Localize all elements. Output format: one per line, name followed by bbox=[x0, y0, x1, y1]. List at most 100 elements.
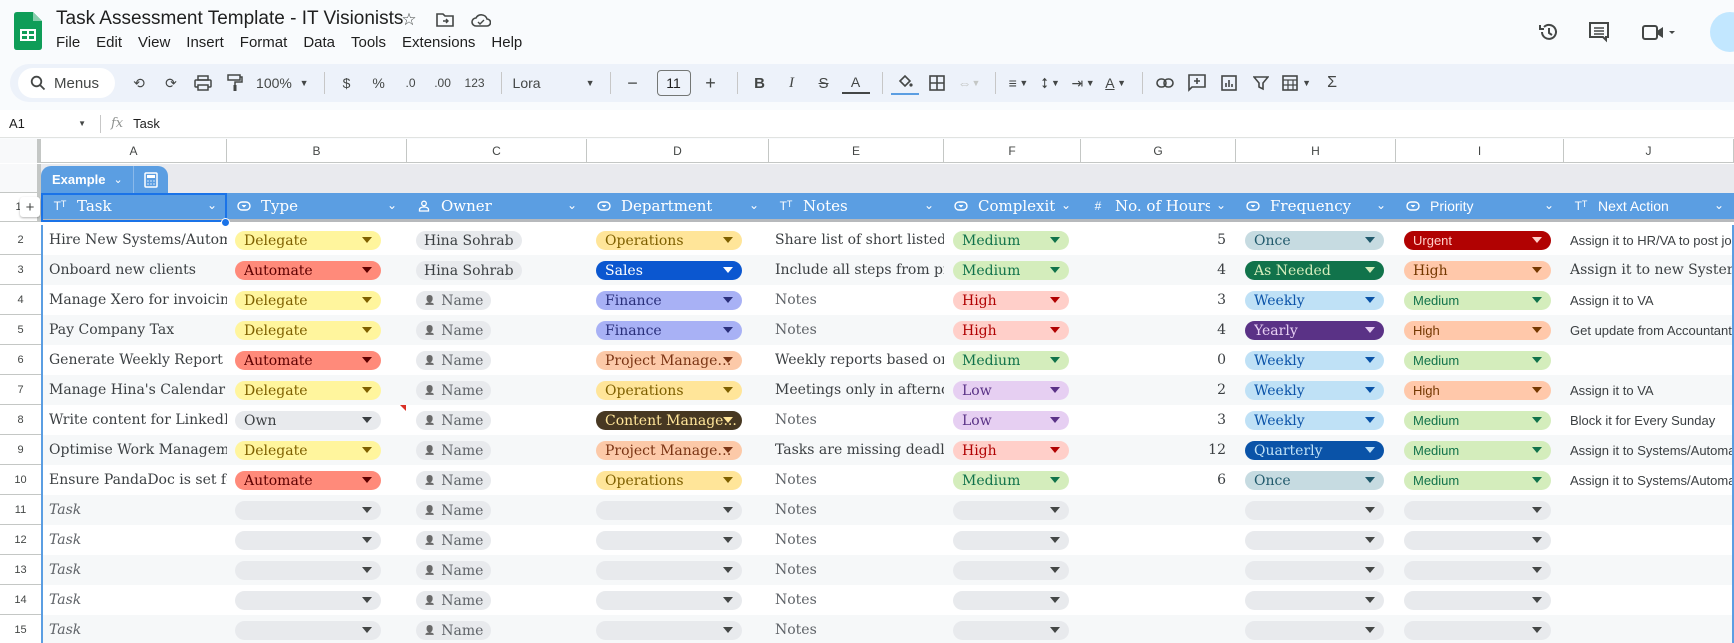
priority-dropdown-chip[interactable]: Medium bbox=[1404, 351, 1551, 370]
priority-dropdown-chip[interactable] bbox=[1404, 591, 1551, 610]
type-dropdown-chip[interactable]: Delegate bbox=[235, 381, 381, 400]
hours-cell[interactable] bbox=[1081, 525, 1236, 555]
next-cell[interactable]: Assign it to new Systems bbox=[1564, 255, 1734, 285]
menus-search[interactable]: Menus bbox=[18, 68, 116, 98]
table-header-next-action[interactable]: T T Next Action ⌄ bbox=[1564, 193, 1734, 219]
owner-person-chip[interactable]: 👤 Name bbox=[416, 381, 492, 400]
complexity-dropdown-chip[interactable]: High bbox=[953, 441, 1069, 460]
column-header-b[interactable]: B bbox=[227, 139, 407, 163]
dept-dropdown-chip[interactable]: Content Manage... bbox=[596, 411, 742, 430]
font-family-select[interactable]: Lora ▼ bbox=[510, 69, 598, 97]
notes-placeholder[interactable]: Notes bbox=[769, 525, 944, 555]
chevron-down-icon[interactable]: ⌄ bbox=[1376, 198, 1386, 212]
hours-cell[interactable] bbox=[1081, 555, 1236, 585]
menu-help[interactable]: Help bbox=[491, 34, 530, 51]
dept-dropdown-chip[interactable]: Finance bbox=[596, 291, 742, 310]
horizontal-align-icon[interactable]: ≡ ▼ bbox=[1004, 69, 1032, 97]
row-header[interactable]: 15 bbox=[0, 615, 41, 643]
chevron-down-icon[interactable]: ⌄ bbox=[567, 198, 577, 212]
notes-cell[interactable]: Meetings only in afternoon bbox=[769, 375, 944, 405]
hours-cell[interactable]: 3 bbox=[1081, 405, 1236, 435]
complexity-dropdown-chip[interactable]: Medium bbox=[953, 231, 1069, 250]
notes-placeholder[interactable]: Notes bbox=[769, 285, 944, 315]
priority-dropdown-chip[interactable]: Medium bbox=[1404, 441, 1551, 460]
task-cell[interactable]: Manage Hina's Calendar bbox=[43, 375, 227, 405]
complexity-dropdown-chip[interactable]: High bbox=[953, 291, 1069, 310]
table-header-no-of-hours[interactable]: # No. of Hours ⌄ bbox=[1081, 193, 1236, 219]
font-size-input[interactable]: 11 bbox=[656, 70, 691, 96]
task-cell[interactable]: Write content for LinkedIn bbox=[43, 405, 227, 435]
task-placeholder[interactable]: Task bbox=[43, 525, 227, 555]
table-header-department[interactable]: Department ⌄ bbox=[587, 193, 769, 219]
hours-cell[interactable]: 3 bbox=[1081, 285, 1236, 315]
dept-dropdown-chip[interactable]: Operations bbox=[596, 471, 742, 490]
menu-edit[interactable]: Edit bbox=[96, 34, 130, 51]
priority-dropdown-chip[interactable]: Medium bbox=[1404, 291, 1551, 310]
menu-view[interactable]: View bbox=[138, 34, 178, 51]
hours-cell[interactable]: 4 bbox=[1081, 255, 1236, 285]
chevron-down-icon[interactable]: ⌄ bbox=[387, 198, 397, 212]
task-placeholder[interactable]: Task bbox=[43, 555, 227, 585]
increase-decimal-button[interactable]: .00 bbox=[429, 69, 457, 97]
priority-dropdown-chip[interactable] bbox=[1404, 531, 1551, 550]
task-cell[interactable]: Ensure PandaDoc is set for bbox=[43, 465, 227, 495]
notes-placeholder[interactable]: Notes bbox=[769, 405, 944, 435]
notes-placeholder[interactable]: Notes bbox=[769, 555, 944, 585]
complexity-dropdown-chip[interactable]: High bbox=[953, 321, 1069, 340]
insert-comment-icon[interactable] bbox=[1183, 69, 1211, 97]
task-placeholder[interactable]: Task bbox=[43, 585, 227, 615]
column-header-g[interactable]: G bbox=[1081, 139, 1236, 163]
frequency-dropdown-chip[interactable] bbox=[1245, 531, 1384, 550]
increase-font-size-button[interactable]: + bbox=[697, 69, 725, 97]
notes-placeholder[interactable]: Notes bbox=[769, 615, 944, 643]
table-header-frequency[interactable]: Frequency ⌄ bbox=[1236, 193, 1396, 219]
column-header-i[interactable]: I bbox=[1396, 139, 1564, 163]
owner-person-chip[interactable]: 👤 Name bbox=[416, 561, 492, 580]
chevron-down-icon[interactable]: ⌄ bbox=[924, 198, 934, 212]
notes-placeholder[interactable]: Notes bbox=[769, 315, 944, 345]
table-header-type[interactable]: Type ⌄ bbox=[227, 193, 407, 219]
dept-dropdown-chip[interactable]: Operations bbox=[596, 231, 742, 250]
row-header[interactable]: 5 bbox=[0, 315, 41, 345]
task-cell[interactable]: Hire New Systems/Automation bbox=[43, 225, 227, 255]
row-header[interactable]: 7 bbox=[0, 375, 41, 405]
priority-dropdown-chip[interactable] bbox=[1404, 501, 1551, 520]
next-cell[interactable]: Assign it to HR/VA to post job bbox=[1564, 225, 1734, 255]
owner-person-chip[interactable]: 👤 Name bbox=[416, 471, 492, 490]
column-header-f[interactable]: F bbox=[944, 139, 1081, 163]
dept-dropdown-chip[interactable]: Sales bbox=[596, 261, 742, 280]
dept-dropdown-chip[interactable] bbox=[596, 621, 742, 640]
column-header-c[interactable]: C bbox=[407, 139, 587, 163]
menu-data[interactable]: Data bbox=[303, 34, 343, 51]
next-cell[interactable] bbox=[1564, 345, 1734, 375]
comments-icon[interactable] bbox=[1574, 17, 1624, 47]
chevron-down-icon[interactable]: ⌄ bbox=[1061, 198, 1071, 212]
borders-icon[interactable] bbox=[923, 69, 951, 97]
next-cell[interactable]: Get update from Accountant bbox=[1564, 315, 1734, 345]
row-header[interactable]: 4 bbox=[0, 285, 41, 315]
owner-person-chip[interactable]: 👤 Name bbox=[416, 591, 492, 610]
dept-dropdown-chip[interactable]: Operations bbox=[596, 381, 742, 400]
frequency-dropdown-chip[interactable]: Weekly bbox=[1245, 411, 1384, 430]
frequency-dropdown-chip[interactable]: Once bbox=[1245, 471, 1384, 490]
priority-dropdown-chip[interactable] bbox=[1404, 621, 1551, 640]
vertical-align-icon[interactable]: ⭥ ▼ bbox=[1036, 69, 1064, 97]
text-rotation-icon[interactable]: A ▼ bbox=[1102, 69, 1130, 97]
text-color-button[interactable]: A bbox=[841, 72, 870, 94]
column-header-j[interactable]: J bbox=[1564, 139, 1734, 163]
column-header-a[interactable]: A bbox=[41, 139, 227, 163]
name-box[interactable]: A1 ▼ bbox=[0, 116, 100, 131]
sheets-logo-icon[interactable] bbox=[14, 12, 42, 50]
functions-button[interactable]: Σ bbox=[1318, 69, 1346, 97]
owner-person-chip[interactable]: Hina Sohrab bbox=[416, 231, 522, 250]
menu-tools[interactable]: Tools bbox=[351, 34, 394, 51]
hours-cell[interactable]: 4 bbox=[1081, 315, 1236, 345]
priority-dropdown-chip[interactable]: High bbox=[1404, 381, 1551, 400]
complexity-dropdown-chip[interactable] bbox=[953, 501, 1069, 520]
owner-person-chip[interactable]: 👤 Name bbox=[416, 411, 492, 430]
hours-cell[interactable] bbox=[1081, 495, 1236, 525]
account-avatar[interactable] bbox=[1710, 12, 1734, 52]
owner-person-chip[interactable]: 👤 Name bbox=[416, 501, 492, 520]
priority-dropdown-chip[interactable] bbox=[1404, 561, 1551, 580]
task-cell[interactable]: Optimise Work Management bbox=[43, 435, 227, 465]
